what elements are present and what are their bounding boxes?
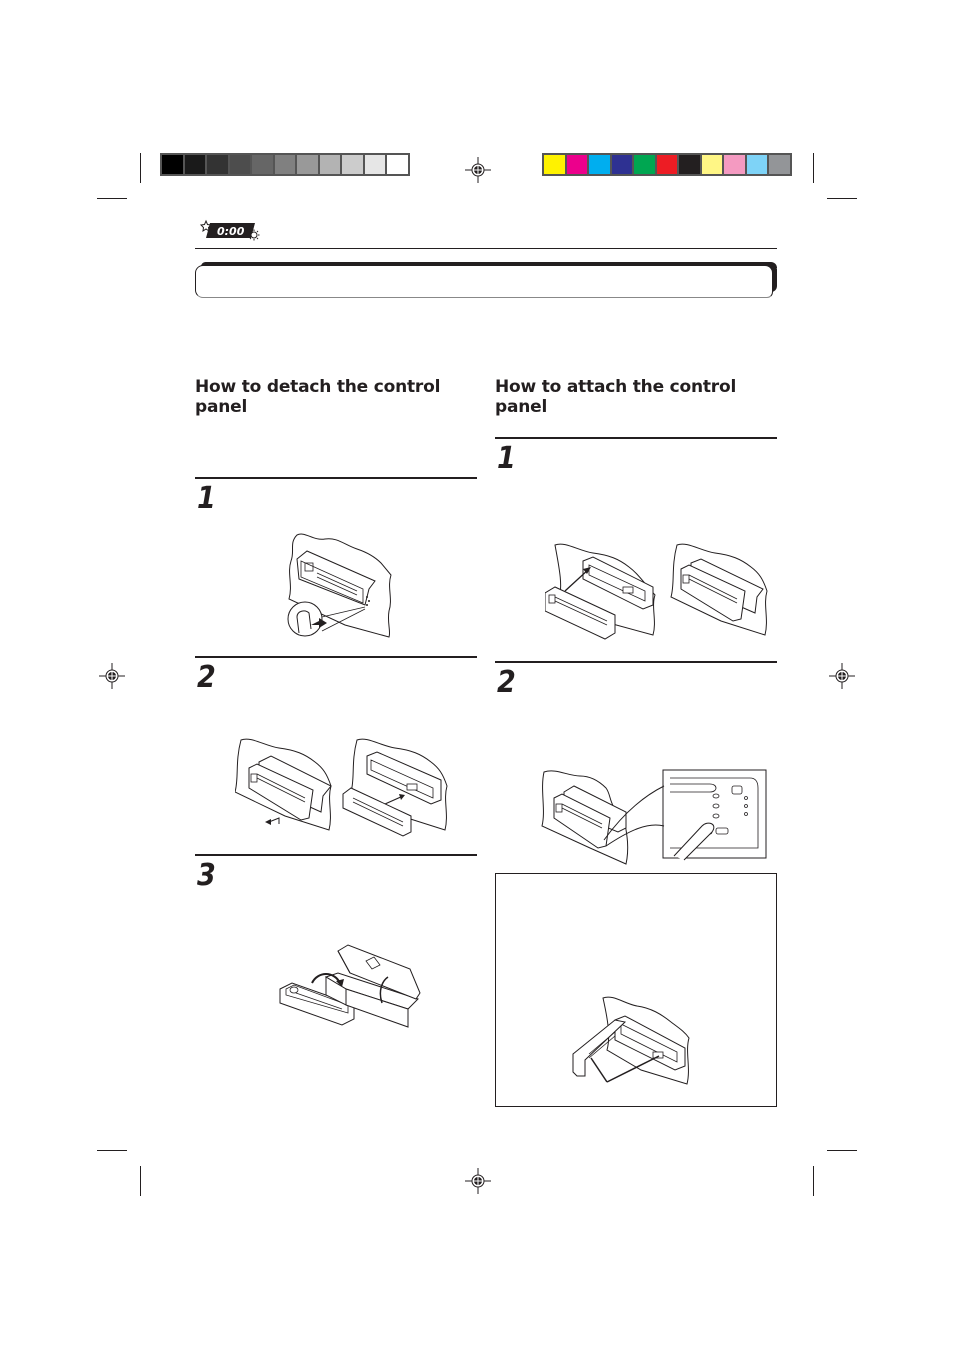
crop-mark <box>813 153 814 183</box>
color-swatch <box>184 155 205 174</box>
color-swatch <box>274 155 295 174</box>
step-divider <box>195 854 477 856</box>
color-swatch <box>364 155 385 174</box>
registration-mark-icon <box>465 157 491 183</box>
crop-mark <box>827 1150 857 1151</box>
crop-mark <box>827 198 857 199</box>
color-swatch <box>297 155 318 174</box>
step-divider <box>195 656 477 658</box>
title-banner <box>195 262 777 298</box>
color-swatch <box>544 155 565 174</box>
step-divider <box>495 437 777 439</box>
press-panel-illustration <box>540 768 768 866</box>
color-swatch <box>701 155 722 174</box>
grayscale-color-bar <box>160 153 410 176</box>
crop-mark <box>140 1166 141 1196</box>
detach-step-3-number: 3 <box>197 858 216 893</box>
color-swatch <box>207 155 228 174</box>
detach-heading: How to detach the control panel <box>195 377 441 417</box>
color-swatch <box>769 155 790 174</box>
panel-in-case-illustration <box>278 943 426 1035</box>
color-swatch <box>319 155 340 174</box>
note-box <box>495 873 777 1107</box>
color-swatch <box>656 155 677 174</box>
color-swatch <box>746 155 767 174</box>
color-swatch <box>387 155 408 174</box>
color-swatch <box>229 155 250 174</box>
color-swatch <box>342 155 363 174</box>
color-swatch <box>724 155 745 174</box>
detach-step-1-number: 1 <box>197 481 216 516</box>
svg-text:0:00: 0:00 <box>217 225 245 238</box>
attach-heading: How to attach the control panel <box>495 377 737 417</box>
insert-panel-illustration <box>545 543 770 643</box>
press-release-button-illustration <box>285 533 395 638</box>
color-swatch <box>566 155 587 174</box>
crop-mark <box>97 1150 127 1151</box>
color-swatch <box>634 155 655 174</box>
color-swatch <box>679 155 700 174</box>
header-rule <box>195 248 777 249</box>
connector-caution-illustration <box>571 996 701 1086</box>
color-swatch <box>162 155 183 174</box>
attach-step-1-number: 1 <box>497 441 516 476</box>
process-color-bar <box>542 153 792 176</box>
crop-mark <box>97 198 127 199</box>
crop-mark <box>140 153 141 183</box>
color-swatch <box>252 155 273 174</box>
registration-mark-icon <box>99 663 125 689</box>
registration-mark-icon <box>465 1168 491 1194</box>
crop-mark <box>813 1166 814 1196</box>
attach-step-2-number: 2 <box>497 665 516 700</box>
clock-display-icon: 0:00 <box>197 217 263 241</box>
pull-out-panel-illustration <box>235 738 450 838</box>
color-swatch <box>589 155 610 174</box>
step-divider <box>495 661 777 663</box>
registration-mark-icon <box>829 663 855 689</box>
step-divider <box>195 477 477 479</box>
color-swatch <box>611 155 632 174</box>
detach-step-2-number: 2 <box>197 660 216 695</box>
